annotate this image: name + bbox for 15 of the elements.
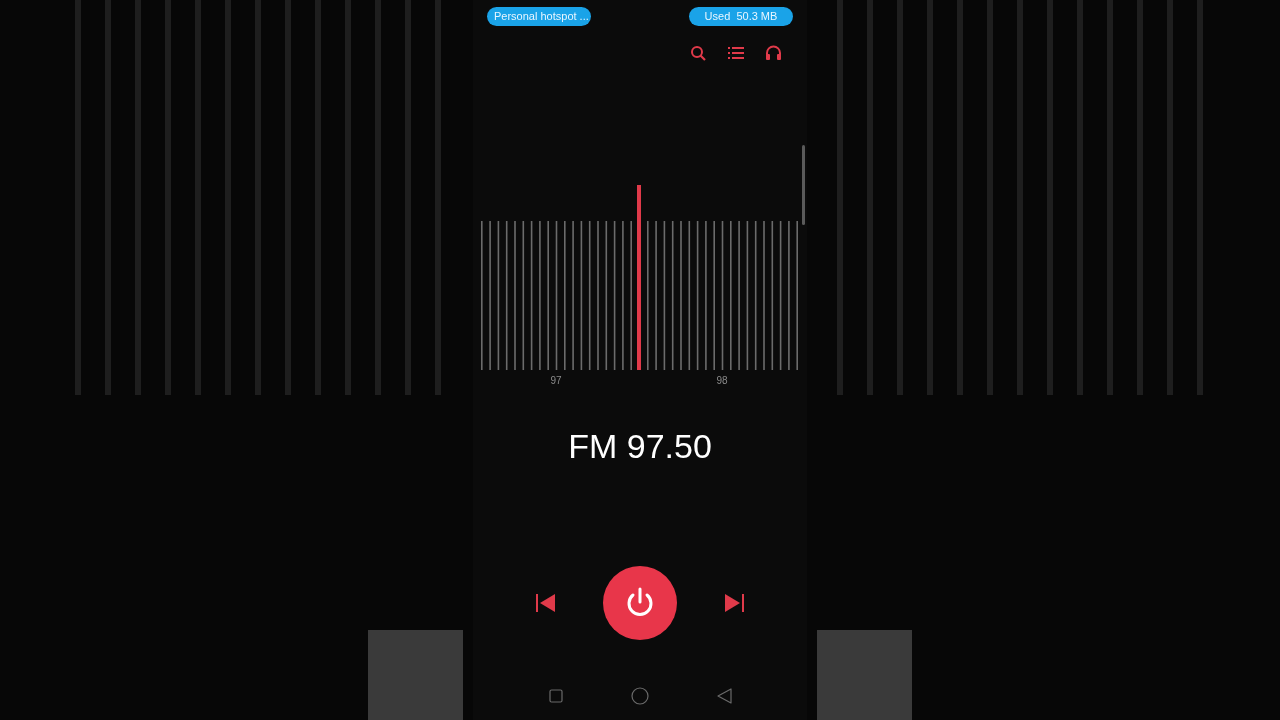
back-icon[interactable] <box>716 688 732 704</box>
next-station-icon[interactable] <box>725 594 744 612</box>
headphones-icon[interactable] <box>765 45 782 61</box>
dial-label: 97 <box>550 375 562 387</box>
dial-label: 98 <box>716 375 728 387</box>
frequency-label: FM 97.50 <box>567 426 713 466</box>
previous-station-icon[interactable] <box>536 594 555 612</box>
scrollbar[interactable] <box>802 145 805 225</box>
tuning-dial-ticks[interactable] <box>481 221 798 370</box>
power-icon <box>625 587 655 619</box>
home-icon[interactable] <box>630 687 649 705</box>
list-icon[interactable] <box>728 46 744 60</box>
data-usage-pill[interactable]: Used 50.3 MB <box>689 7 793 26</box>
search-icon[interactable] <box>690 44 707 62</box>
hotspot-pill[interactable]: Personal hotspot ... <box>487 7 591 26</box>
